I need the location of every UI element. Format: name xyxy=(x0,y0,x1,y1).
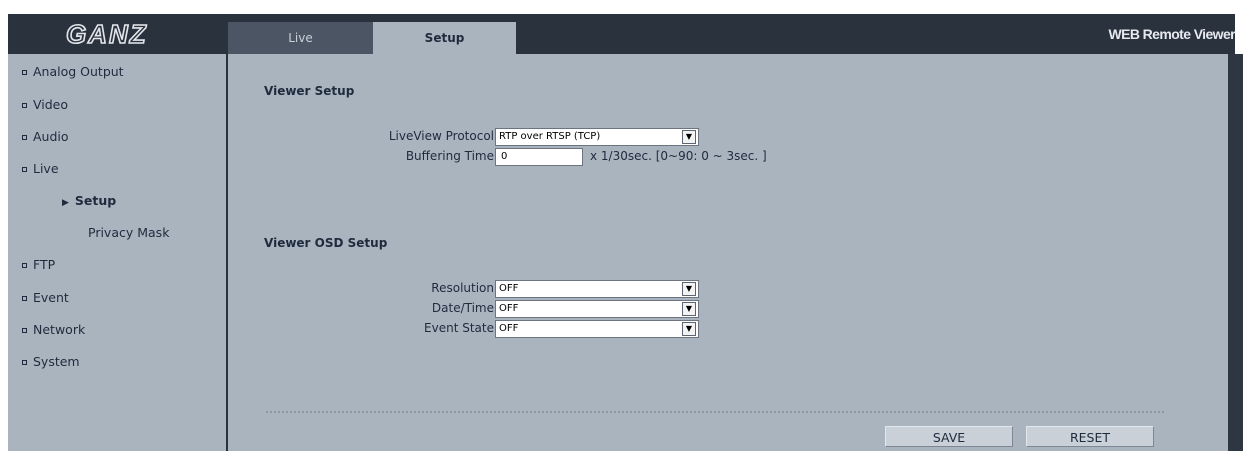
sidebar-item-label: Network xyxy=(33,322,86,337)
liveview-protocol-value: RTP over RTSP (TCP) xyxy=(499,131,601,142)
resolution-label: Resolution xyxy=(431,281,494,295)
sidebar-subitem-privacy-mask[interactable]: Privacy Mask xyxy=(88,223,169,243)
tab-live[interactable]: Live xyxy=(228,22,373,54)
sidebar-item-label: Video xyxy=(33,97,69,112)
datetime-select[interactable]: OFF ▼ xyxy=(495,300,699,318)
sidebar-item-system[interactable]: System xyxy=(22,352,80,372)
event-state-select[interactable]: OFF ▼ xyxy=(495,320,699,338)
sidebar-item-event[interactable]: Event xyxy=(22,288,69,308)
sidebar-item-analog-output[interactable]: Analog Output xyxy=(22,62,124,82)
datetime-value: OFF xyxy=(499,303,519,314)
buffering-time-hint: x 1/30sec. [0~90: 0 ~ 3sec. ] xyxy=(590,149,767,163)
sidebar-item-label: System xyxy=(33,354,80,369)
sidebar: Analog Output Video Audio Live ▶ Setup Pr… xyxy=(8,54,226,451)
chevron-down-icon[interactable]: ▼ xyxy=(682,130,696,144)
chevron-down-icon[interactable]: ▼ xyxy=(682,322,696,336)
sidebar-item-label: Audio xyxy=(33,129,69,144)
bullet-icon xyxy=(22,262,27,268)
app-frame: GANZ Live Setup WEB Remote Viewer Analog… xyxy=(8,14,1236,451)
section-title-viewer-setup: Viewer Setup xyxy=(264,84,355,98)
tab-setup[interactable]: Setup xyxy=(373,22,516,54)
bullet-icon xyxy=(22,166,27,172)
bullet-icon xyxy=(22,359,27,365)
save-button[interactable]: SAVE xyxy=(885,426,1013,447)
buffering-time-input[interactable]: 0 xyxy=(495,148,583,166)
brand-logo: GANZ xyxy=(66,20,148,48)
bullet-icon xyxy=(22,134,27,140)
event-state-label: Event State xyxy=(424,321,494,335)
main-panel: Viewer Setup LiveView Protocol RTP over … xyxy=(228,54,1235,451)
app-title: WEB Remote Viewer xyxy=(1108,26,1236,42)
logo-text: GANZ xyxy=(66,20,148,48)
sidebar-item-video[interactable]: Video xyxy=(22,95,68,115)
resolution-value: OFF xyxy=(499,283,519,294)
sidebar-item-live[interactable]: Live xyxy=(22,159,59,179)
sidebar-subitem-setup[interactable]: ▶ Setup xyxy=(62,191,116,211)
sidebar-item-audio[interactable]: Audio xyxy=(22,127,69,147)
resolution-select[interactable]: OFF ▼ xyxy=(495,280,699,298)
window-edge xyxy=(1228,54,1243,451)
liveview-protocol-label: LiveView Protocol xyxy=(388,129,494,143)
sidebar-item-label: Analog Output xyxy=(33,64,124,79)
chevron-down-icon[interactable]: ▼ xyxy=(682,282,696,296)
bullet-icon xyxy=(22,69,27,75)
sidebar-item-label: FTP xyxy=(33,257,56,272)
dotted-divider xyxy=(266,411,1164,413)
reset-button[interactable]: RESET xyxy=(1026,426,1154,447)
sidebar-item-label: Event xyxy=(33,290,69,305)
bullet-icon xyxy=(22,327,27,333)
bullet-icon xyxy=(22,295,27,301)
liveview-protocol-select[interactable]: RTP over RTSP (TCP) ▼ xyxy=(495,128,699,146)
sidebar-subitem-label: Setup xyxy=(74,193,117,208)
bullet-icon xyxy=(22,102,27,108)
event-state-value: OFF xyxy=(499,323,519,334)
triangle-right-icon: ▶ xyxy=(62,198,69,208)
buffering-time-label: Buffering Time xyxy=(405,149,494,163)
sidebar-item-network[interactable]: Network xyxy=(22,320,85,340)
section-title-osd-setup: Viewer OSD Setup xyxy=(264,236,388,250)
chevron-down-icon[interactable]: ▼ xyxy=(682,302,696,316)
datetime-label: Date/Time xyxy=(431,301,494,315)
header-bar: GANZ Live Setup WEB Remote Viewer xyxy=(8,14,1236,54)
sidebar-item-label: Live xyxy=(33,161,59,176)
sidebar-item-ftp[interactable]: FTP xyxy=(22,255,55,275)
